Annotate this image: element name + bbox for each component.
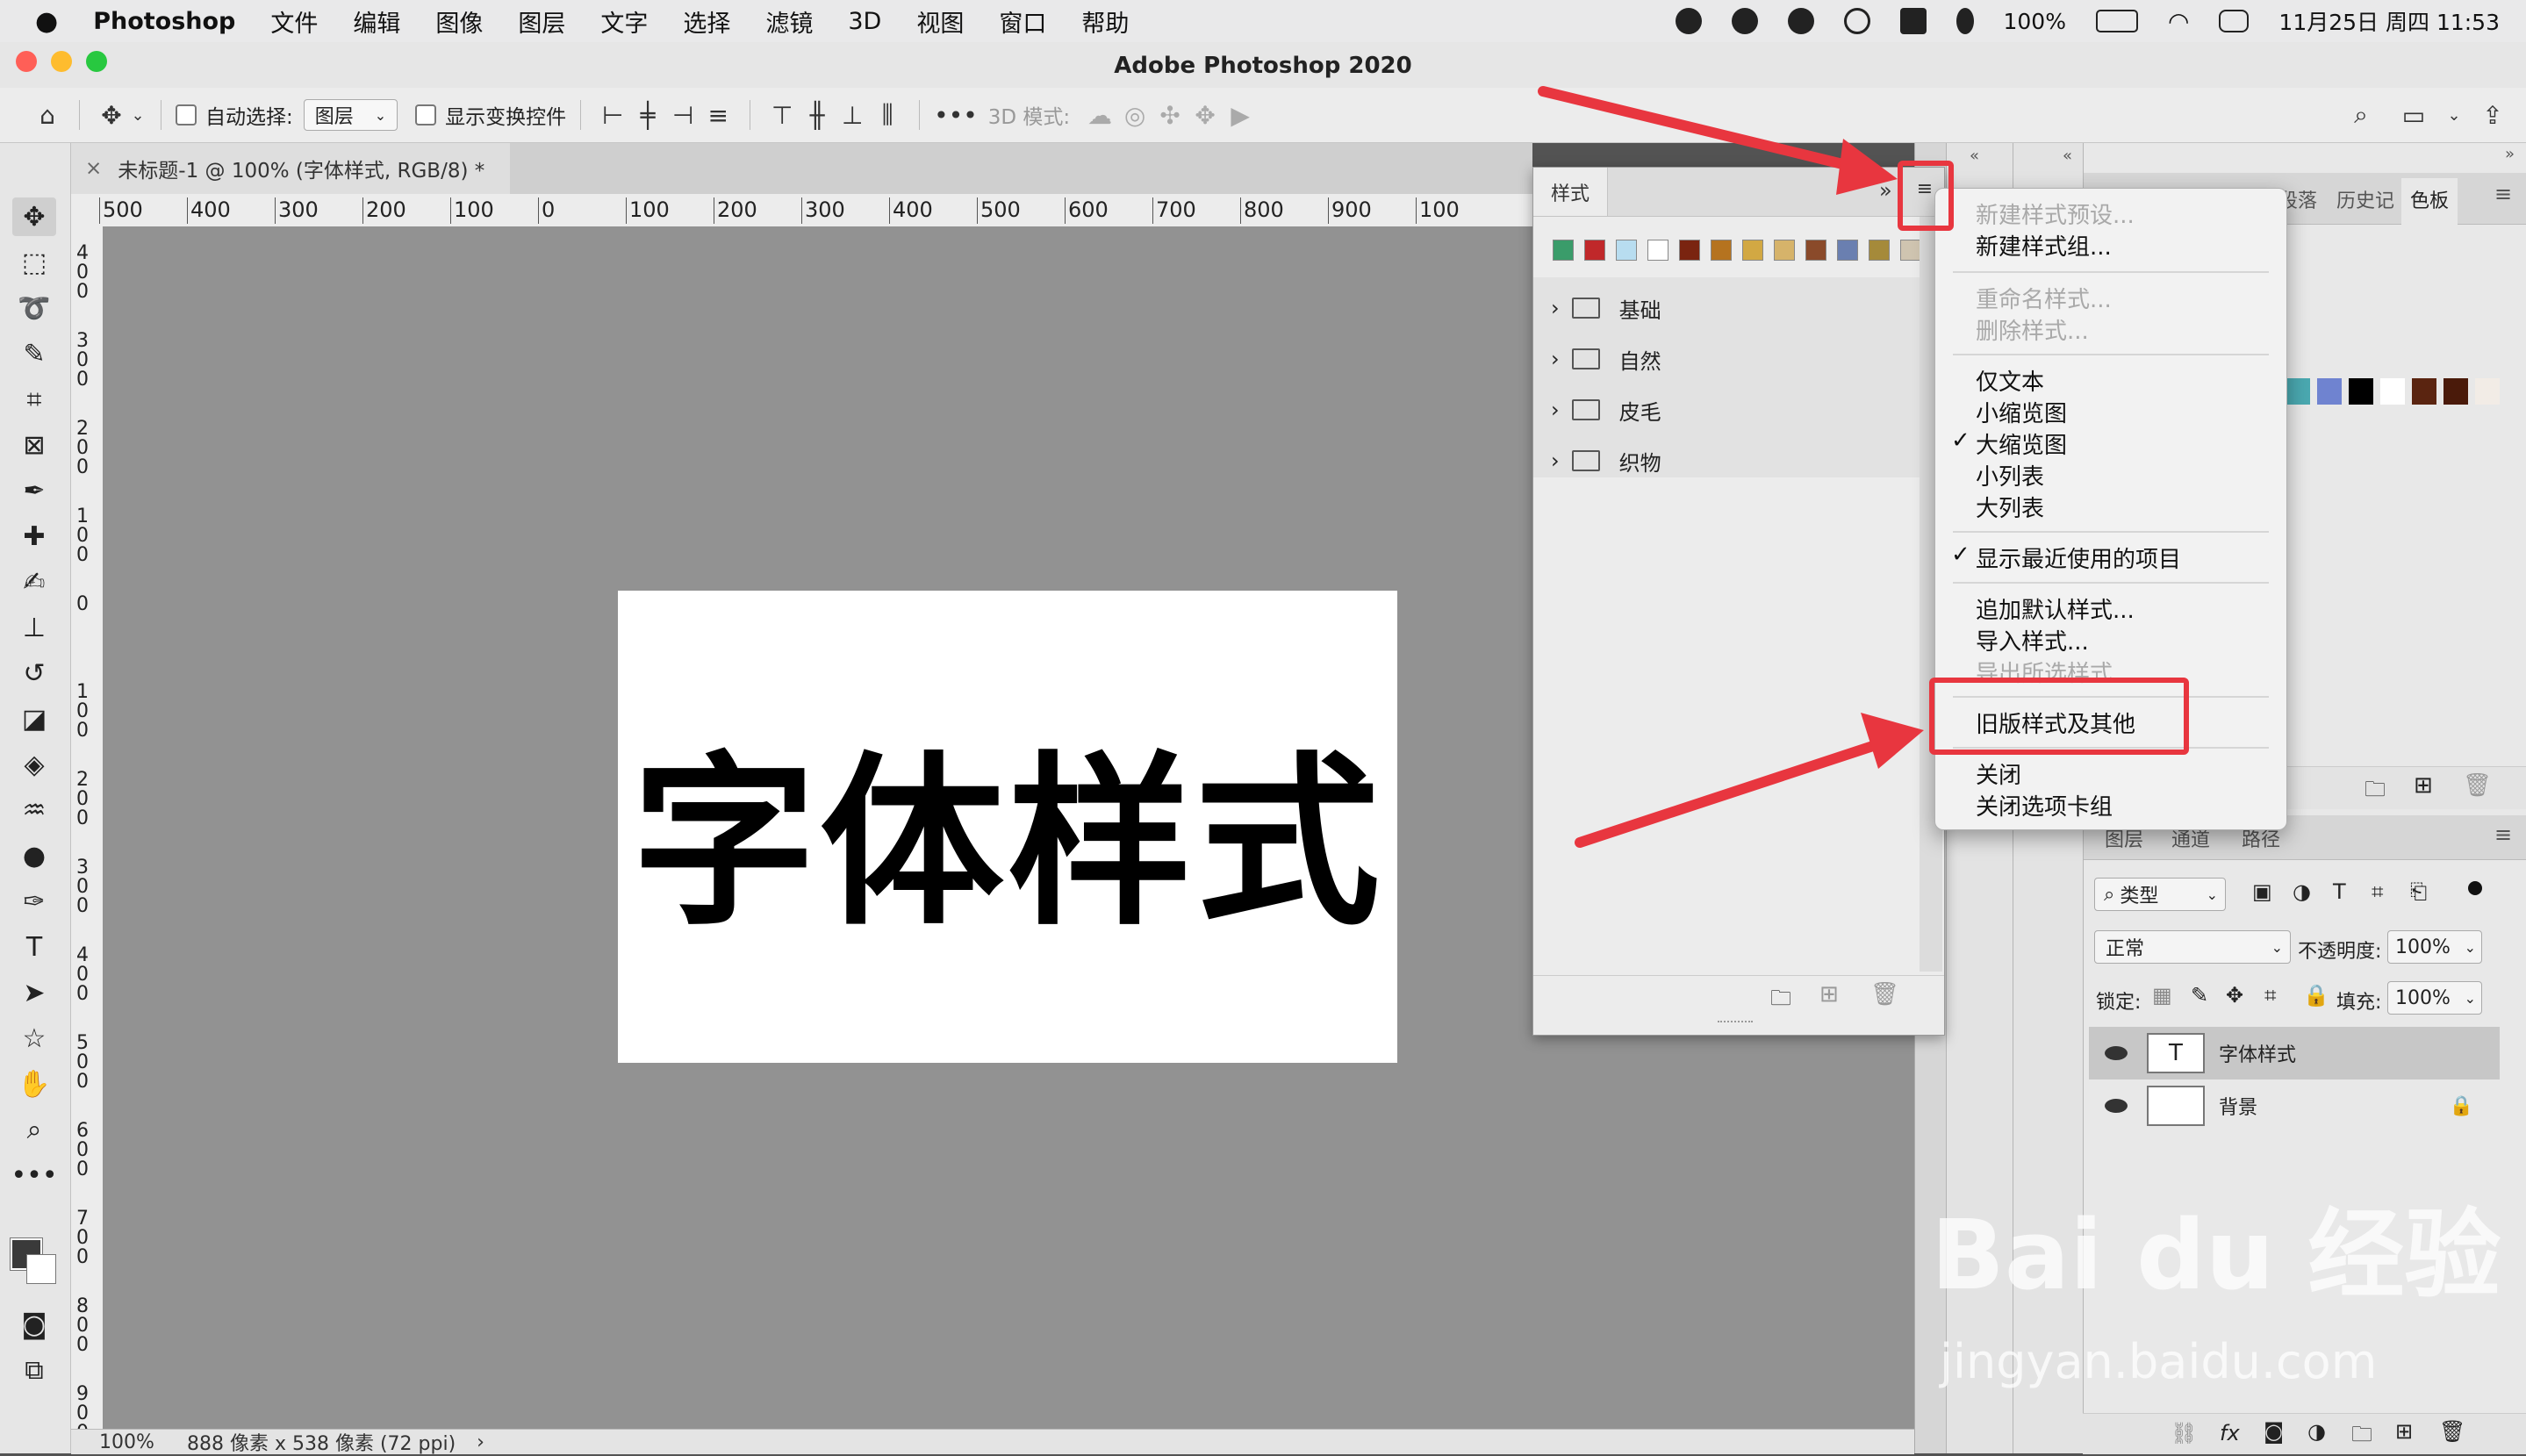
annotation-arrow-1 [1538, 86, 1866, 174]
annotation-arrow-2 [1575, 739, 1884, 848]
annotation-arrowhead-1 [1836, 139, 1898, 195]
watermark-url: jingyan.baidu.com [1940, 1334, 2378, 1389]
watermark-logo: Bai du 经验 [1931, 1199, 2501, 1311]
annotation-arrowhead-2 [1861, 713, 1924, 769]
